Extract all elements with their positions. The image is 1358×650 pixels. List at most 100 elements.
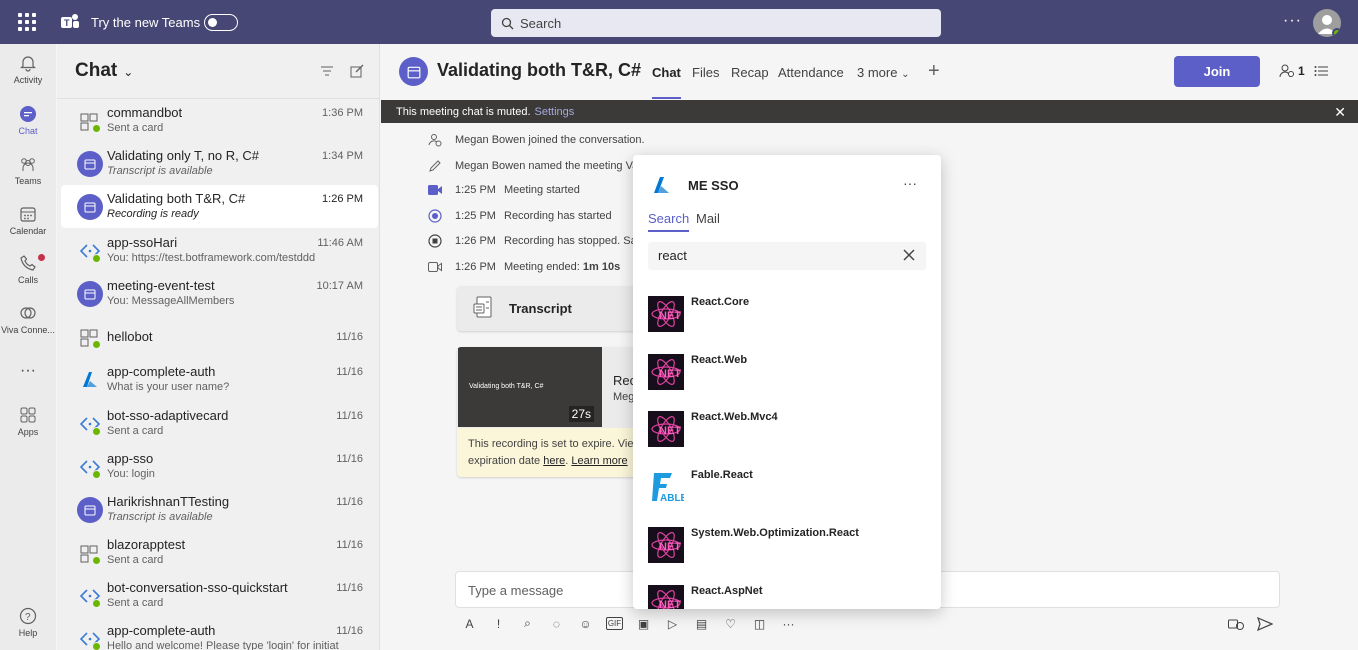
participants-button[interactable]: 1 (1279, 63, 1305, 79)
sticker-icon[interactable]: ▣ (635, 615, 652, 632)
rail-item-teams[interactable]: Teams (0, 155, 56, 186)
chat-list-item[interactable]: hellobot 11/16 (61, 315, 378, 358)
tab-files[interactable]: Files (692, 65, 719, 80)
presence-available-icon (1332, 28, 1341, 37)
close-icon[interactable]: ✕ (1334, 104, 1346, 121)
chat-preview: Recording is ready (107, 208, 199, 220)
settings-link[interactable]: Settings (535, 106, 575, 118)
rail-item-chat[interactable]: Chat (0, 105, 56, 136)
transcript-card[interactable]: Transcript (457, 286, 647, 331)
rail-label: Help (18, 628, 38, 638)
important-icon[interactable]: ! (490, 615, 507, 632)
chat-list-title[interactable]: Chat ⌄ (75, 60, 133, 82)
page-title: Validating both T&R, C# (437, 60, 642, 80)
chat-time: 11/16 (336, 410, 363, 422)
avatar[interactable] (1313, 9, 1341, 37)
approvals-icon[interactable]: ▤ (693, 615, 710, 632)
result-item[interactable]: NET System.Web.Optimization.React (648, 527, 928, 567)
chat-time: 11/16 (336, 625, 363, 637)
loop-icon[interactable]: ◌ (548, 615, 565, 632)
video-icon (427, 184, 443, 196)
chat-name: blazorapptest (107, 537, 186, 552)
top-bar: T Try the new Teams Search ··· (0, 0, 1358, 44)
chat-preview: You: https://test.botframework.com/testd… (107, 252, 316, 264)
attach-icon[interactable]: ⌕ (519, 615, 536, 632)
recording-card[interactable]: Validating both T&R, C# 27s Rec Meg This… (457, 347, 657, 477)
rail-item-calendar[interactable]: Calendar (0, 205, 56, 236)
gif-icon[interactable]: GIF (606, 617, 623, 630)
tab-more[interactable]: 3 more ⌄ (857, 65, 909, 80)
result-item[interactable]: NET React.AspNet (648, 585, 928, 609)
result-item[interactable]: NET React.Web (648, 354, 928, 394)
meeting-icon (77, 194, 103, 220)
result-item[interactable]: ABLE Fable.React (648, 469, 928, 509)
new-teams-toggle[interactable] (204, 14, 238, 31)
add-tab-icon[interactable]: + (928, 60, 940, 83)
praise-icon[interactable]: ♡ (722, 615, 739, 632)
more-options-icon[interactable]: ··· (903, 175, 917, 191)
chat-list-item[interactable]: app-complete-auth Hello and welcome! Ple… (61, 617, 378, 650)
rail-item-calls[interactable]: Calls (0, 254, 56, 285)
list-icon[interactable] (1314, 64, 1329, 78)
tab-search[interactable]: Search (648, 211, 690, 232)
chat-time: 11/16 (336, 496, 363, 508)
record-icon (427, 209, 443, 223)
rail-item-activity[interactable]: Activity (0, 54, 56, 85)
more-icon[interactable]: ··· (780, 615, 797, 632)
apps-icon[interactable]: ◫ (751, 615, 768, 632)
join-button[interactable]: Join (1174, 56, 1260, 87)
rail-more-icon[interactable]: ··· (0, 362, 56, 380)
chat-name: app-complete-auth (107, 623, 216, 638)
rail-item-apps[interactable]: Apps (0, 406, 56, 437)
chat-list-item[interactable]: blazorapptest Sent a card 11/16 (61, 531, 378, 574)
tab-mail[interactable]: Mail (696, 211, 720, 226)
learn-more-link[interactable]: Learn more (571, 455, 627, 467)
participant-count: 1 (1298, 64, 1305, 78)
filter-icon[interactable] (320, 64, 334, 78)
chat-list-item[interactable]: bot-sso-adaptivecard Sent a card 11/16 (61, 402, 378, 445)
chat-list-item-selected[interactable]: Validating both T&R, C# Recording is rea… (61, 185, 378, 228)
chat-name: hellobot (107, 329, 153, 344)
phone-icon (20, 255, 36, 271)
event-text: Megan Bowen named the meeting Va (455, 160, 639, 172)
emoji-icon[interactable]: ☺ (577, 615, 594, 632)
here-link[interactable]: here (543, 455, 565, 467)
meeting-duration: 1m 10s (582, 261, 621, 273)
system-event: 1:25 PM Meeting started (427, 184, 580, 196)
recording-thumbnail[interactable]: Validating both T&R, C# 27s (458, 347, 602, 427)
chat-list-item[interactable]: Validating only T, no R, C# Transcript i… (61, 142, 378, 185)
pencil-icon (427, 159, 443, 173)
app-launcher-icon[interactable] (18, 13, 36, 31)
chat-list-item[interactable]: HarikrishnanTTesting Transcript is avail… (61, 488, 378, 531)
presence-available-icon (92, 340, 101, 349)
result-item[interactable]: NET React.Core (648, 296, 928, 336)
rail-item-viva[interactable]: Viva Conne... (0, 304, 56, 335)
chat-list-item[interactable]: meeting-event-test You: MessageAllMember… (61, 272, 378, 315)
more-options-icon[interactable]: ··· (1283, 12, 1302, 30)
azure-icon (654, 177, 669, 193)
transcript-label: Transcript (509, 301, 572, 316)
rail-label: Chat (18, 126, 38, 136)
chat-name: HarikrishnanTTesting (107, 494, 230, 509)
chat-list-item[interactable]: app-ssoHari You: https://test.botframewo… (61, 229, 378, 272)
result-item[interactable]: NET React.Web.Mvc4 (648, 411, 928, 451)
schedule-send-icon[interactable] (1228, 617, 1244, 631)
new-chat-icon[interactable] (350, 64, 364, 78)
clear-icon[interactable] (902, 248, 916, 262)
tab-recap[interactable]: Recap (731, 65, 769, 80)
search-input[interactable]: Search (491, 9, 941, 37)
chat-list-item[interactable]: app-sso You: login 11/16 (61, 445, 378, 488)
rail-item-help[interactable]: ? Help (0, 607, 56, 638)
package-search-box (648, 242, 926, 270)
chat-list-item[interactable]: commandbot Sent a card 1:36 PM (61, 99, 378, 142)
send-icon[interactable] (1257, 617, 1273, 631)
chat-list-item[interactable]: app-complete-auth What is your user name… (61, 358, 378, 401)
svg-text:?: ? (25, 612, 31, 623)
meeting-icon (77, 151, 103, 177)
tab-attendance[interactable]: Attendance (778, 65, 844, 80)
package-search-input[interactable] (658, 248, 878, 263)
format-icon[interactable]: A (461, 615, 478, 632)
stream-icon[interactable]: ▷ (664, 615, 681, 632)
tab-chat[interactable]: Chat (652, 65, 681, 99)
chat-list-item[interactable]: bot-conversation-sso-quickstart Sent a c… (61, 574, 378, 617)
